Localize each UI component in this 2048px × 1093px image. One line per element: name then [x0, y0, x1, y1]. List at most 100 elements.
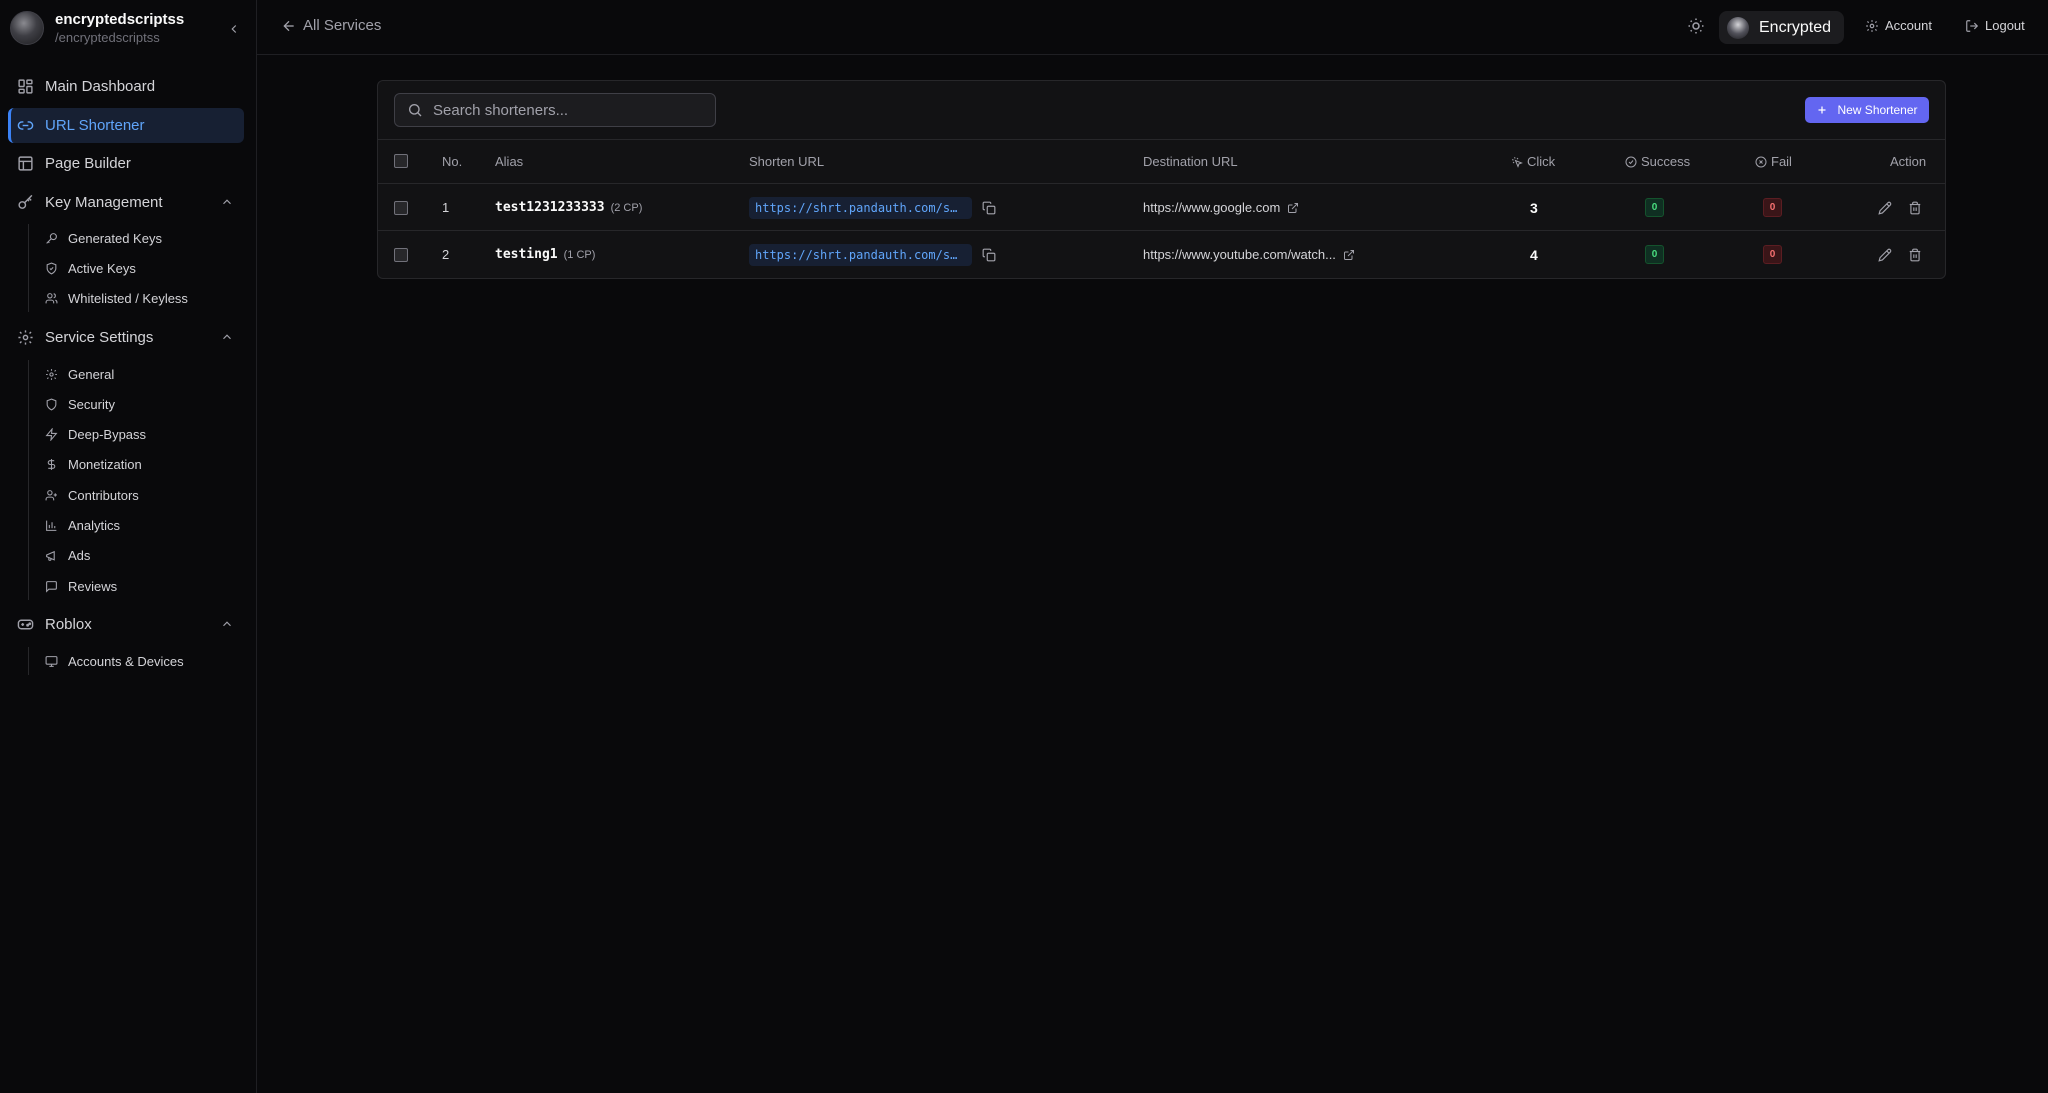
click-count: 3: [1530, 199, 1538, 216]
external-link-icon[interactable]: [1343, 249, 1355, 261]
bar-chart-icon: [44, 518, 58, 532]
theme-toggle-button[interactable]: [1687, 17, 1705, 35]
nav-reviews[interactable]: Reviews: [44, 572, 244, 600]
search-box[interactable]: [394, 93, 716, 127]
copy-icon[interactable]: [982, 201, 996, 215]
nav-key-management[interactable]: Key Management: [8, 185, 244, 220]
nav-contributors[interactable]: Contributors: [44, 481, 244, 509]
header-destination-url: Destination URL: [1143, 154, 1238, 169]
nav-url-shortener[interactable]: URL Shortener: [8, 108, 244, 143]
nav-sub-label: Whitelisted / Keyless: [68, 290, 188, 306]
nav-monetization[interactable]: Monetization: [44, 450, 244, 478]
edit-icon[interactable]: [1878, 201, 1892, 215]
nav-label: Key Management: [45, 194, 163, 211]
collapse-sidebar-button[interactable]: [223, 18, 245, 40]
header-fail-label: Fail: [1771, 154, 1792, 169]
search-icon: [409, 104, 422, 117]
nav-sub-label: Security: [68, 396, 115, 412]
row-checkbox[interactable]: [394, 184, 408, 231]
search-input[interactable]: [433, 101, 703, 119]
account-button[interactable]: Account: [1865, 18, 1932, 33]
copy-icon[interactable]: [982, 248, 996, 262]
row-success: 0: [1645, 184, 1664, 231]
layout-icon: [16, 155, 34, 173]
new-shortener-button[interactable]: New Shortener: [1805, 97, 1929, 123]
header-no: No.: [442, 154, 463, 169]
trash-icon[interactable]: [1908, 248, 1922, 262]
gear-icon: [44, 367, 58, 381]
nav-page-builder[interactable]: Page Builder: [8, 146, 244, 181]
row-fail: 0: [1763, 184, 1782, 231]
nav-label: URL Shortener: [45, 117, 145, 134]
monitor-icon: [44, 654, 58, 668]
destination-link[interactable]: https://www.google.com: [1143, 200, 1280, 215]
check-circle-icon: [1625, 156, 1637, 167]
fail-badge: 0: [1763, 245, 1782, 264]
row-no: 2: [442, 247, 450, 262]
nav-deep-bypass[interactable]: Deep-Bypass: [44, 420, 244, 448]
nav-ads[interactable]: Ads: [44, 541, 244, 569]
back-to-services-link[interactable]: All Services: [281, 17, 381, 34]
short-url-link[interactable]: https://shrt.pandauth.com/s…: [749, 243, 972, 266]
back-label: All Services: [303, 17, 382, 34]
row-success: 0: [1645, 231, 1664, 278]
nav-sub-label: Deep-Bypass: [68, 426, 147, 442]
sidebar: encryptedscriptss /encryptedscriptss Mai…: [0, 0, 257, 1093]
dollar-icon: [44, 457, 58, 471]
user-plus-icon: [44, 488, 58, 502]
nav-accounts-devices[interactable]: Accounts & Devices: [44, 647, 244, 675]
logout-button[interactable]: Logout: [1965, 18, 2025, 33]
service-name: Encrypted: [1759, 18, 1832, 36]
user-profile[interactable]: encryptedscriptss /encryptedscriptss: [10, 10, 247, 46]
row-no: 1: [442, 200, 450, 215]
click-count: 4: [1530, 246, 1538, 263]
row-delete: [1908, 231, 1922, 278]
submenu-divider: [28, 360, 29, 600]
nav-sub-label: Ads: [68, 547, 91, 563]
nav-generated-keys[interactable]: Generated Keys: [44, 224, 244, 252]
nav-sub-label: General: [68, 366, 115, 382]
user-handle: /encryptedscriptss: [55, 30, 160, 45]
table-row: 2 testing1 (1 CP) https://shrt.pandauth.…: [378, 231, 1945, 278]
trash-icon[interactable]: [1908, 201, 1922, 215]
nav-security[interactable]: Security: [44, 390, 244, 418]
nav-active-keys[interactable]: Active Keys: [44, 254, 244, 282]
nav-whitelisted[interactable]: Whitelisted / Keyless: [44, 284, 244, 312]
destination-link[interactable]: https://www.youtube.com/watch...: [1143, 247, 1336, 262]
nav-analytics[interactable]: Analytics: [44, 511, 244, 539]
select-all-checkbox[interactable]: [394, 154, 408, 168]
service-selector[interactable]: Encrypted: [1719, 11, 1844, 44]
row-destination: https://www.youtube.com/watch...: [1143, 231, 1355, 278]
nav-label: Service Settings: [45, 329, 154, 346]
nav-service-settings[interactable]: Service Settings: [8, 320, 244, 355]
gamepad-icon: [16, 616, 34, 634]
row-edit: [1878, 231, 1892, 278]
shorteners-card: New Shortener No. Alias Shorten URL Dest…: [377, 80, 1946, 279]
nav-main-dashboard[interactable]: Main Dashboard: [8, 69, 244, 104]
nav-sub-label: Accounts & Devices: [68, 653, 184, 669]
nav-sub-label: Active Keys: [68, 260, 136, 276]
edit-icon[interactable]: [1878, 248, 1892, 262]
nav-sub-label: Contributors: [68, 487, 139, 503]
row-edit: [1878, 184, 1892, 231]
chevron-up-icon: [223, 334, 231, 340]
nav-sub-label: Monetization: [68, 456, 142, 472]
fail-badge: 0: [1763, 198, 1782, 217]
users-icon: [44, 291, 58, 305]
nav-roblox[interactable]: Roblox: [8, 607, 244, 642]
chevron-up-icon: [223, 199, 231, 205]
nav-general[interactable]: General: [44, 360, 244, 388]
arrow-left-icon: [283, 20, 294, 31]
chevron-left-icon: [231, 25, 237, 33]
nav-label: Page Builder: [45, 155, 131, 172]
short-url-link[interactable]: https://shrt.pandauth.com/s…: [749, 196, 972, 219]
row-checkbox[interactable]: [394, 231, 408, 278]
external-link-icon[interactable]: [1287, 202, 1299, 214]
row-delete: [1908, 184, 1922, 231]
success-badge: 0: [1645, 198, 1664, 217]
x-circle-icon: [1755, 156, 1767, 167]
account-label: Account: [1885, 18, 1932, 33]
shield-icon: [44, 397, 58, 411]
cp-count: (1 CP): [563, 248, 596, 261]
row-fail: 0: [1763, 231, 1782, 278]
